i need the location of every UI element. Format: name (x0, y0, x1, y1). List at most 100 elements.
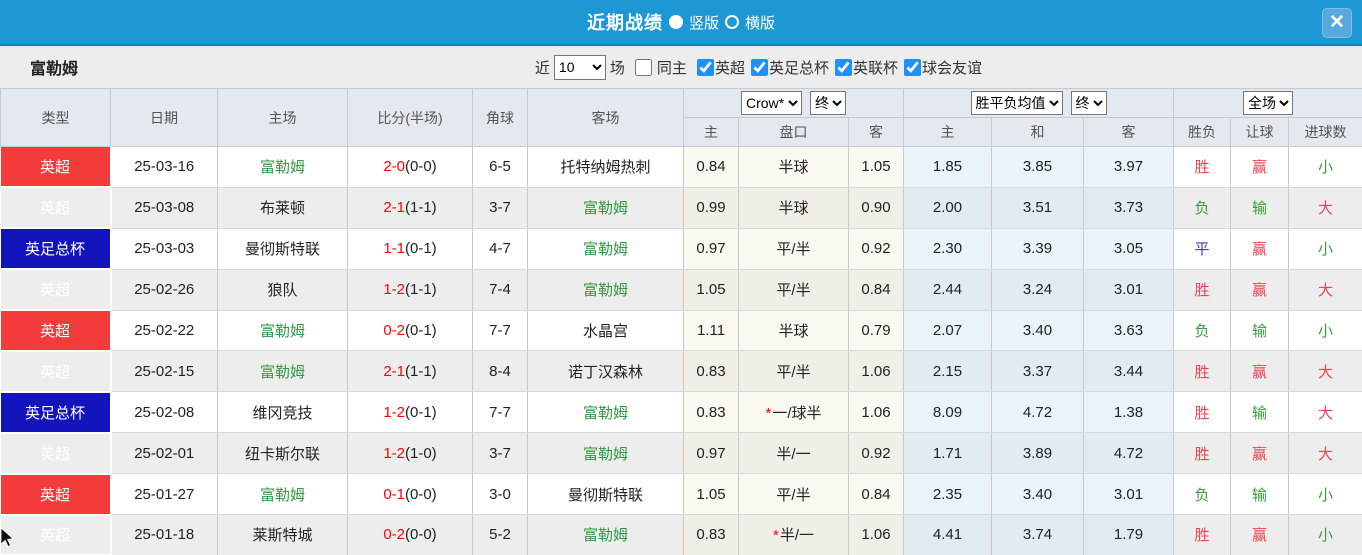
avg-type-select[interactable]: 胜平负均值 (970, 91, 1063, 115)
close-button[interactable]: ✕ (1322, 8, 1352, 38)
col-header-handicap: 盘口 (738, 117, 849, 147)
away-team[interactable]: 富勒姆 (527, 432, 684, 475)
home-team[interactable]: 富勒姆 (217, 350, 348, 393)
full-time-score: 1-1 (383, 240, 405, 258)
home-team[interactable]: 富勒姆 (217, 146, 348, 188)
home-team[interactable]: 富勒姆 (217, 473, 348, 516)
half-time-score: (0-1) (405, 322, 437, 339)
league-type-badge: 英足总杯 (0, 391, 112, 434)
odds-away-cell: 0.84 (848, 269, 905, 311)
table-row: 英足总杯 25-02-08 维冈竞技 1-2(0-1) 7-7 富勒姆 0.83 *一/球半 1… (0, 391, 1362, 434)
avg-draw-cell: 3.51 (991, 187, 1085, 229)
home-team[interactable]: 维冈竞技 (217, 391, 348, 434)
corners-cell: 7-7 (472, 391, 528, 434)
home-team[interactable]: 富勒姆 (217, 310, 348, 352)
corners-cell: 3-7 (472, 432, 528, 475)
result-goals-cell: 小 (1288, 146, 1362, 188)
half-time-score: (1-1) (405, 281, 437, 299)
league-checkbox[interactable] (834, 58, 852, 76)
odds-time-select[interactable]: 终 (810, 91, 846, 115)
avg-draw-cell: 3.40 (991, 310, 1085, 352)
result-goals-cell: 大 (1288, 391, 1362, 434)
avg-draw-cell: 3.39 (991, 228, 1085, 270)
vertical-layout-label[interactable]: 竖版 (689, 12, 719, 33)
result-handicap-cell: 输 (1230, 473, 1290, 516)
avg-away-cell: 3.63 (1083, 310, 1175, 352)
team-name: 富勒姆 (30, 61, 79, 78)
away-team[interactable]: 曼彻斯特联 (527, 473, 684, 516)
league-type-badge: 英超 (0, 350, 112, 393)
title-bar: 近期战绩 竖版 横版 ✕ (0, 0, 1362, 46)
horizontal-layout-radio[interactable] (725, 15, 739, 29)
away-team[interactable]: 水晶宫 (527, 310, 684, 352)
result-wdl-cell: 负 (1173, 310, 1232, 352)
half-time-score: (1-1) (405, 362, 437, 380)
col-header-avg-away: 客 (1083, 117, 1175, 147)
match-date: 25-02-26 (110, 269, 218, 311)
filter-bar: 富勒姆 近 10 场 同主 英超 英足总杯 英联杯 球会友谊 (0, 46, 1362, 88)
odds-home-cell: 0.83 (683, 514, 739, 555)
full-time-score: 1-2 (383, 403, 405, 421)
away-team[interactable]: 富勒姆 (527, 391, 684, 434)
col-header-corners: 角球 (472, 88, 528, 147)
corners-cell: 7-4 (472, 269, 528, 311)
same-home-checkbox[interactable] (634, 58, 652, 76)
results-table: 类型 日期 主场 比分(半场) 角球 客场 Crow* 终 胜平负均值 终 全场 (0, 88, 1362, 555)
league-label: 英联杯 (852, 59, 898, 77)
match-date: 25-01-18 (110, 514, 218, 555)
away-team[interactable]: 富勒姆 (527, 269, 684, 311)
result-goals-cell: 小 (1288, 473, 1362, 516)
avg-draw-cell: 4.72 (991, 391, 1085, 434)
handicap-text: 半球 (778, 323, 809, 340)
result-goals-cell: 小 (1288, 310, 1362, 352)
avg-draw-cell: 3.24 (991, 269, 1085, 311)
match-date: 25-02-01 (110, 432, 218, 475)
result-goals-cell: 大 (1288, 187, 1362, 229)
league-checkbox[interactable] (750, 58, 768, 76)
score-cell: 0-2(0-1) (347, 310, 473, 352)
filters: 近 10 场 同主 英超 英足总杯 英联杯 球会友谊 (535, 54, 982, 80)
table-row: 英超 25-03-08 布莱顿 2-1(1-1) 3-7 富勒姆 0.99 半球 0.90 2.0… (0, 187, 1362, 230)
col-header-avg-home: 主 (903, 117, 993, 147)
table-row: 英超 25-02-26 狼队 1-2(1-1) 7-4 富勒姆 1.05 平/半 0.84 2.4… (0, 269, 1362, 312)
league-checkbox[interactable] (696, 58, 714, 76)
handicap-text: 半/一 (776, 445, 811, 463)
handicap-text: 半球 (778, 159, 809, 177)
result-handicap-cell: 输 (1230, 187, 1290, 229)
away-team[interactable]: 托特纳姆热刺 (527, 146, 684, 188)
home-team[interactable]: 莱斯特城 (217, 514, 348, 555)
avg-home-cell: 2.44 (903, 269, 993, 311)
match-count-select[interactable]: 10 (553, 54, 606, 80)
odds-home-cell: 0.83 (683, 350, 739, 393)
bookmaker-select[interactable]: Crow* (741, 91, 802, 115)
avg-away-cell: 3.05 (1083, 228, 1175, 270)
home-team[interactable]: 狼队 (217, 269, 348, 311)
handicap-cell: 平/半 (738, 350, 849, 393)
half-time-score: (0-0) (405, 526, 437, 544)
away-team[interactable]: 富勒姆 (527, 514, 684, 555)
horizontal-layout-label[interactable]: 横版 (745, 12, 775, 33)
score-cell: 1-2(1-0) (347, 432, 473, 475)
handicap-cell: 半球 (738, 146, 849, 188)
league-checkbox[interactable] (903, 58, 921, 76)
title-group: 近期战绩 竖版 横版 (587, 9, 775, 35)
full-time-score: 0-2 (383, 526, 405, 544)
table-row: 英超 25-02-01 纽卡斯尔联 1-2(1-0) 3-7 富勒姆 0.97 半/一 0.92… (0, 432, 1362, 475)
avg-home-cell: 1.71 (903, 432, 993, 475)
result-wdl-cell: 负 (1173, 187, 1232, 229)
vertical-layout-radio[interactable] (668, 15, 683, 29)
period-select[interactable]: 全场 (1243, 91, 1294, 115)
away-team[interactable]: 富勒姆 (527, 187, 684, 229)
away-team[interactable]: 诺丁汉森林 (527, 350, 684, 393)
match-date: 25-02-15 (110, 350, 218, 393)
full-time-score: 1-2 (383, 281, 405, 299)
result-goals-cell: 小 (1288, 228, 1362, 270)
close-icon: ✕ (1329, 12, 1345, 33)
avg-home-cell: 8.09 (903, 391, 993, 434)
avg-time-select[interactable]: 终 (1070, 91, 1107, 115)
away-team[interactable]: 富勒姆 (527, 228, 684, 270)
home-team[interactable]: 纽卡斯尔联 (217, 432, 348, 475)
home-team[interactable]: 曼彻斯特联 (217, 228, 348, 270)
home-team[interactable]: 布莱顿 (217, 187, 348, 229)
odds-home-cell: 0.84 (683, 146, 739, 188)
